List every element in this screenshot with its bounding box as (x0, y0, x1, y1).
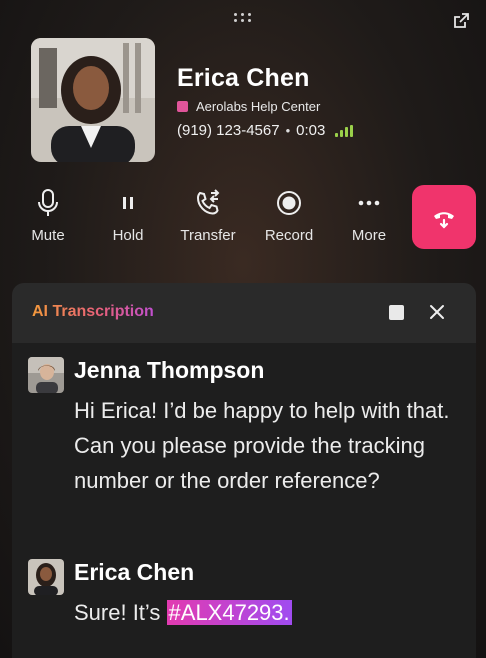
call-duration: 0:03 (296, 122, 326, 139)
message-prefix: Sure! It’s (74, 600, 167, 625)
hold-button[interactable]: Hold (88, 188, 168, 244)
transcription-header: AI Transcription (12, 283, 476, 343)
company-row: Aerolabs Help Center (177, 99, 320, 114)
transfer-label: Transfer (180, 227, 236, 244)
company-name: Aerolabs Help Center (196, 99, 321, 114)
stop-transcription-button[interactable] (389, 305, 404, 320)
drag-handle[interactable] (233, 10, 253, 24)
phone-transfer-icon (194, 188, 222, 218)
transcript-list: Jenna Thompson Hi Erica! I’d be happy to… (12, 343, 476, 658)
mute-button[interactable]: Mute (8, 188, 88, 244)
transcript-message: Jenna Thompson Hi Erica! I’d be happy to… (28, 357, 468, 557)
separator: • (285, 123, 291, 138)
caller-avatar (31, 38, 155, 162)
more-label: More (351, 227, 387, 244)
end-call-button[interactable] (412, 185, 476, 249)
microphone-icon (37, 188, 59, 218)
popout-icon[interactable] (448, 8, 474, 34)
signal-strength-icon (335, 124, 354, 137)
mute-label: Mute (31, 227, 65, 244)
close-icon[interactable] (426, 301, 448, 323)
avatar (28, 357, 64, 393)
hang-up-icon (434, 212, 454, 229)
pause-icon (120, 188, 136, 218)
transcription-title: AI Transcription (32, 303, 154, 320)
more-icon (357, 188, 381, 218)
record-icon (276, 188, 302, 218)
message-text: Hi Erica! I’d be happy to help with that… (74, 398, 450, 493)
company-color-dot (177, 101, 188, 112)
hold-label: Hold (112, 227, 144, 244)
phone-row: (919) 123-4567 • 0:03 (177, 122, 354, 139)
avatar (28, 559, 64, 595)
speaker-name: Jenna Thompson (74, 357, 265, 383)
transcript-message: Erica Chen Sure! It’s #ALX47293. (28, 559, 468, 649)
record-label: Record (264, 227, 314, 244)
phone-number: (919) 123-4567 (177, 122, 280, 139)
message-text: Sure! It’s #ALX47293. (74, 595, 454, 630)
transfer-button[interactable]: Transfer (168, 188, 248, 244)
caller-name: Erica Chen (177, 64, 310, 92)
record-button[interactable]: Record (249, 188, 329, 244)
speaker-name: Erica Chen (74, 559, 195, 585)
more-button[interactable]: More (329, 188, 409, 244)
highlighted-reference[interactable]: #ALX47293. (166, 600, 292, 625)
transcription-panel: AI Transcription Jenna Thompson Hi Erica… (12, 283, 476, 658)
